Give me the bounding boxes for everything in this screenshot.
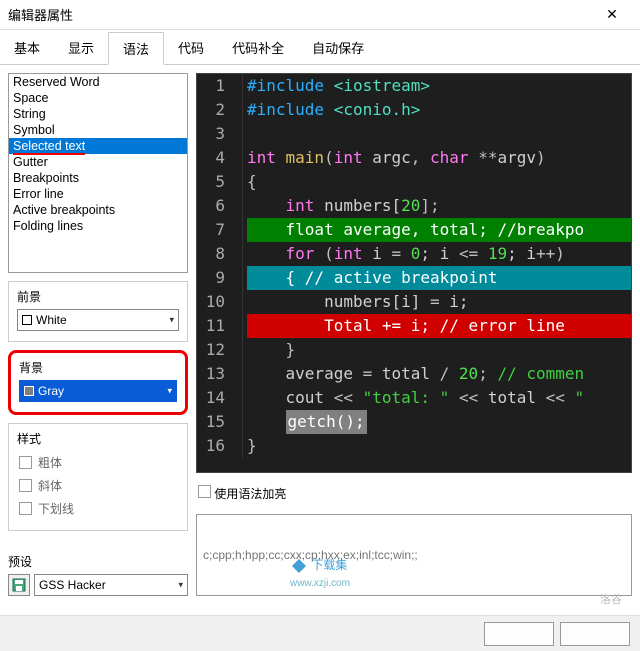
titlebar: 编辑器属性 ✕: [0, 0, 640, 30]
italic-checkbox[interactable]: 斜体: [17, 474, 179, 497]
chevron-down-icon: ▾: [169, 315, 174, 326]
background-combo[interactable]: Gray ▾: [19, 380, 177, 402]
foreground-label: 前景: [17, 288, 179, 305]
list-item[interactable]: Symbol: [9, 122, 187, 138]
underline-checkbox[interactable]: 下划线: [17, 497, 179, 520]
tab-basic[interactable]: 基本: [0, 32, 54, 64]
chevron-down-icon: ▾: [167, 386, 172, 397]
preset-group: 预设 GSS Hacker ▾: [8, 553, 188, 596]
list-item[interactable]: Breakpoints: [9, 170, 187, 186]
use-syntax-highlight-checkbox[interactable]: 使用语法加亮: [198, 485, 286, 502]
close-icon[interactable]: ✕: [592, 0, 632, 30]
checkbox-icon: [19, 502, 32, 515]
floppy-icon: [12, 578, 26, 592]
checkbox-icon: [198, 485, 211, 498]
tab-bar: 基本 显示 语法 代码 代码补全 自动保存: [0, 30, 640, 65]
list-item[interactable]: Gutter: [9, 154, 187, 170]
checkbox-icon: [19, 479, 32, 492]
tab-completion[interactable]: 代码补全: [218, 32, 298, 64]
preset-value: GSS Hacker: [39, 578, 106, 592]
tab-display[interactable]: 显示: [54, 32, 108, 64]
background-group: 背景 Gray ▾: [8, 350, 188, 415]
tab-syntax[interactable]: 语法: [108, 32, 164, 65]
style-group: 样式 粗体 斜体 下划线: [8, 423, 188, 531]
syntax-element-list[interactable]: Reserved WordSpaceStringSymbolSelected t…: [8, 73, 188, 273]
list-item[interactable]: String: [9, 106, 187, 122]
cancel-button[interactable]: [560, 622, 630, 646]
watermark-corner: 洛谷: [600, 591, 622, 607]
tab-autosave[interactable]: 自动保存: [298, 32, 378, 64]
tab-code[interactable]: 代码: [164, 32, 218, 64]
gray-swatch-icon: [24, 386, 34, 396]
bold-checkbox[interactable]: 粗体: [17, 451, 179, 474]
foreground-combo[interactable]: White ▾: [17, 309, 179, 331]
extensions-input[interactable]: [196, 514, 632, 596]
background-value: Gray: [38, 384, 64, 398]
dialog-footer: [0, 615, 640, 651]
list-item[interactable]: Error line: [9, 186, 187, 202]
background-label: 背景: [19, 359, 177, 376]
code-preview: 1#include <iostream>2#include <conio.h>3…: [196, 73, 632, 473]
list-item[interactable]: Space: [9, 90, 187, 106]
foreground-group: 前景 White ▾: [8, 281, 188, 342]
list-item[interactable]: Reserved Word: [9, 74, 187, 90]
list-item[interactable]: Active breakpoints: [9, 202, 187, 218]
ok-button[interactable]: [484, 622, 554, 646]
checkbox-icon: [19, 456, 32, 469]
preset-combo[interactable]: GSS Hacker ▾: [34, 574, 188, 596]
style-label: 样式: [17, 430, 179, 447]
preset-save-button[interactable]: [8, 574, 30, 596]
white-swatch-icon: [22, 315, 32, 325]
list-item[interactable]: Folding lines: [9, 218, 187, 234]
list-item[interactable]: Selected text: [9, 138, 187, 154]
foreground-value: White: [36, 313, 67, 327]
preset-label: 预设: [8, 553, 188, 570]
window-title: 编辑器属性: [8, 5, 592, 24]
chevron-down-icon: ▾: [178, 580, 183, 591]
